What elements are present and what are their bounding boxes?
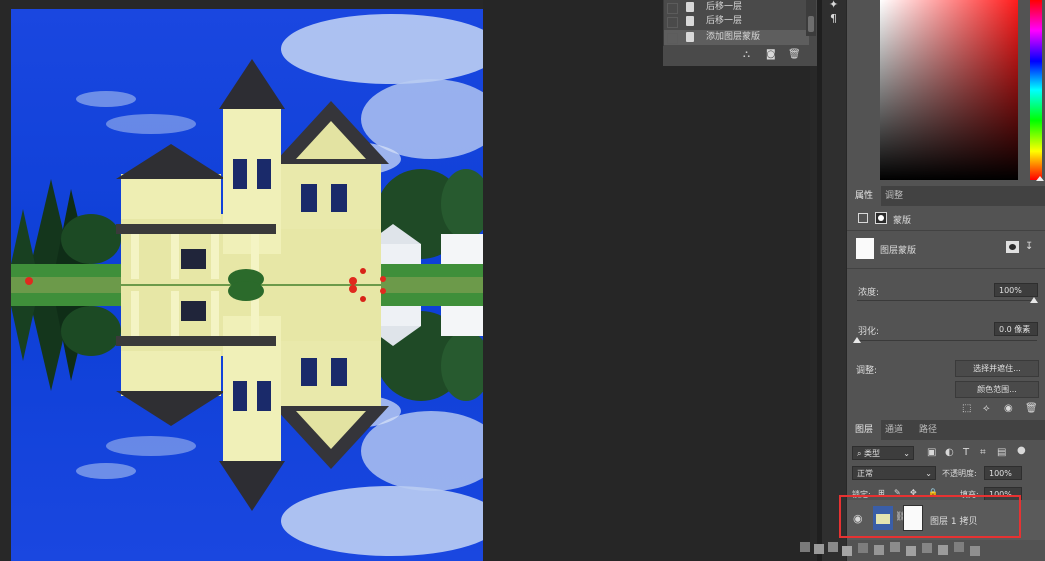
feather-slider-handle[interactable] <box>853 337 861 343</box>
watermark-blur <box>800 540 1000 561</box>
history-checkbox[interactable] <box>667 17 678 28</box>
star-icon[interactable]: ✦ <box>829 0 838 11</box>
type-filter-icon[interactable]: T <box>963 447 969 458</box>
document-icon <box>686 16 694 26</box>
panel-icon-strip: ✦ ¶ <box>822 0 846 561</box>
document-canvas[interactable] <box>11 9 483 561</box>
workspace-area <box>483 0 810 561</box>
picker-gap <box>1018 0 1030 180</box>
density-slider-handle[interactable] <box>1030 297 1038 303</box>
history-item-label: 后移一层 <box>706 16 743 26</box>
history-checkbox[interactable] <box>667 3 678 14</box>
tab-adjustments[interactable]: 调整 <box>877 186 911 206</box>
blend-mode-select[interactable]: 正常 ⌄ <box>852 466 936 480</box>
layers-tabbar: 图层 通道 路径 <box>847 420 1045 440</box>
tab-channels[interactable]: 通道 <box>877 420 911 440</box>
feather-slider[interactable] <box>857 340 1037 341</box>
divider <box>847 268 1045 269</box>
history-item-selected[interactable]: 添加图层蒙版 <box>664 30 809 45</box>
vector-mask-add-icon[interactable]: ↧ <box>1025 241 1033 252</box>
tab-properties[interactable]: 属性 <box>847 186 882 206</box>
history-toolbar: ⛬ ◙ 🗑 <box>663 46 817 66</box>
opacity-input[interactable]: 100% <box>984 466 1022 480</box>
mask-select-icon[interactable] <box>1006 241 1019 253</box>
new-document-from-state-icon[interactable]: ⛬ <box>743 49 750 60</box>
opacity-label: 不透明度: <box>942 469 977 478</box>
tab-layers[interactable]: 图层 <box>847 420 882 440</box>
smart-object-filter-icon[interactable]: ▤ <box>997 447 1006 458</box>
adjust-label: 调整: <box>856 366 878 376</box>
density-input[interactable]: 100% <box>994 283 1038 297</box>
search-icon: ⌕ <box>857 449 862 458</box>
paragraph-icon[interactable]: ¶ <box>830 12 837 25</box>
load-selection-icon[interactable]: ⬚ <box>962 403 971 414</box>
hue-slider-handle[interactable] <box>1036 176 1044 181</box>
density-label: 浓度: <box>858 288 880 298</box>
chevron-down-icon: ⌄ <box>925 469 932 478</box>
trash-icon[interactable]: 🗑 <box>1025 403 1038 414</box>
history-item[interactable]: 后移一层 <box>664 14 809 29</box>
history-item[interactable]: 后移一层 <box>664 0 809 15</box>
trash-icon[interactable]: 🗑 <box>788 49 801 60</box>
select-and-mask-button[interactable]: 选择并遮住... <box>955 360 1039 377</box>
layer-mask-label: 图层蒙版 <box>880 246 917 256</box>
mask-type-label: 蒙版 <box>893 216 912 226</box>
chevron-down-icon: ⌄ <box>903 449 910 458</box>
annotation-highlight <box>839 495 1021 538</box>
blend-mode-value: 正常 <box>857 469 873 478</box>
shape-filter-icon[interactable]: ⌗ <box>980 447 986 458</box>
properties-tabbar: 属性 调整 <box>847 186 1045 206</box>
history-item-label: 添加图层蒙版 <box>706 32 761 42</box>
hue-slider[interactable] <box>1030 0 1042 180</box>
history-item-label: 后移一层 <box>706 2 743 12</box>
apply-mask-icon[interactable]: ⟡ <box>983 403 990 414</box>
tab-paths[interactable]: 路径 <box>911 420 945 440</box>
filter-kind-label: 类型 <box>864 449 881 458</box>
history-scrollbar[interactable] <box>806 0 816 36</box>
scrollbar-thumb[interactable] <box>808 16 814 32</box>
color-range-button[interactable]: 颜色范围... <box>955 381 1039 398</box>
eye-icon[interactable]: ◉ <box>1004 403 1013 414</box>
color-picker-field[interactable] <box>880 0 1019 180</box>
camera-icon[interactable]: ◙ <box>766 49 776 60</box>
feather-label: 羽化: <box>858 327 880 337</box>
layer-mask-icon[interactable] <box>875 212 887 224</box>
document-icon <box>686 32 694 42</box>
filter-toggle-icon[interactable]: ● <box>1017 445 1026 456</box>
pixel-mask-icon[interactable] <box>858 213 868 223</box>
document-icon <box>686 2 694 12</box>
divider <box>847 230 1045 231</box>
canvas-image <box>11 9 483 561</box>
density-slider[interactable] <box>857 300 1037 301</box>
adjustment-filter-icon[interactable]: ◐ <box>945 447 954 458</box>
feather-input[interactable]: 0.0 像素 <box>994 322 1038 336</box>
history-checkbox[interactable] <box>667 33 678 44</box>
layer-filter-select[interactable]: ⌕ 类型 ⌄ <box>852 446 914 460</box>
mask-thumbnail <box>856 238 874 259</box>
pixel-filter-icon[interactable]: ▣ <box>927 447 936 458</box>
